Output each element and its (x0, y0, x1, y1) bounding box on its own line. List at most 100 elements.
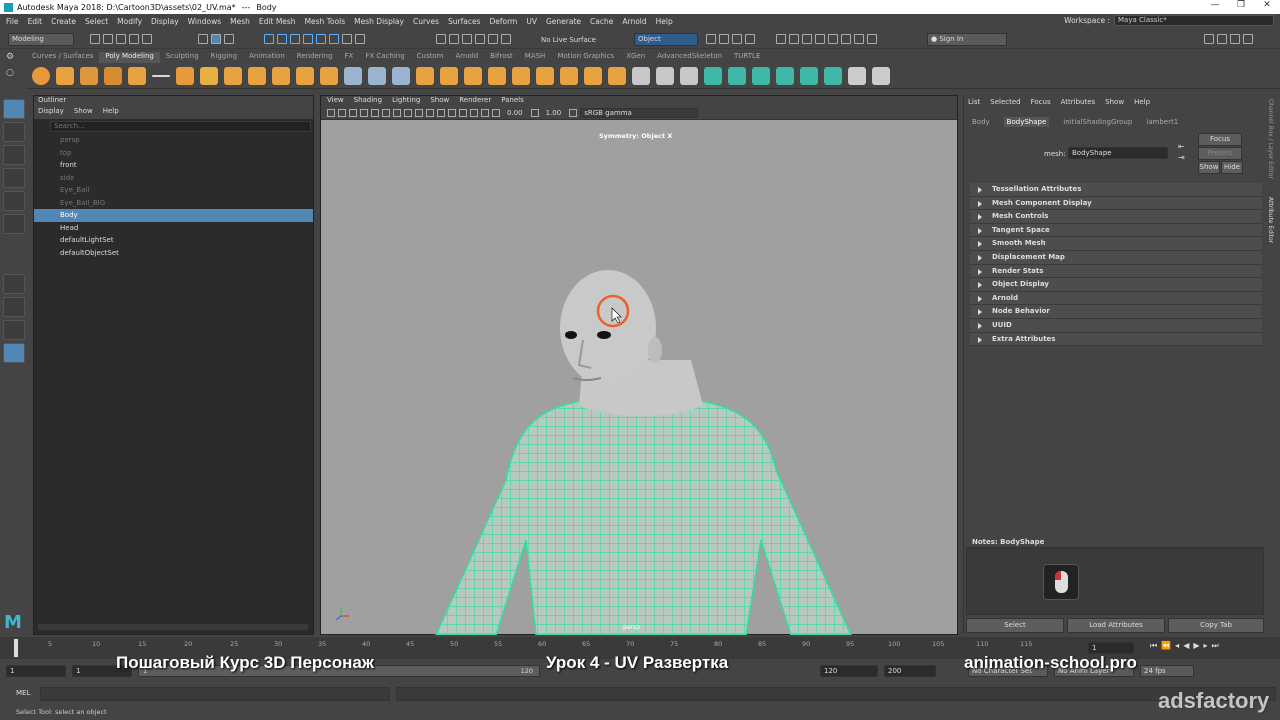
attr-menu-selected[interactable]: Selected (990, 98, 1020, 106)
attr-menu-show[interactable]: Show (1105, 98, 1124, 106)
section-displacement-map[interactable]: Displacement Map (970, 250, 1262, 265)
uv-unfold-icon[interactable] (848, 66, 866, 85)
section-mesh-component-display[interactable]: Mesh Component Display (970, 196, 1262, 211)
outliner-layout-icon[interactable] (3, 343, 25, 363)
workspace-dropdown[interactable]: Maya Classic* (1114, 15, 1274, 26)
mirror-icon[interactable] (440, 66, 458, 85)
channel-box-icon[interactable] (1230, 34, 1240, 44)
menu-edit-mesh[interactable]: Edit Mesh (259, 17, 296, 26)
menu-select[interactable]: Select (85, 17, 108, 26)
shelf-tab-poly-modeling[interactable]: Poly Modeling (99, 52, 160, 63)
play-back-icon[interactable]: ◀ (1183, 641, 1189, 651)
uv-cylindrical-icon[interactable] (728, 66, 746, 85)
node-editor-icon[interactable] (802, 34, 812, 44)
outliner-item-default-object-set[interactable]: defaultObjectSet (34, 247, 313, 260)
attr-tab-bodyshape[interactable]: BodyShape (1003, 117, 1050, 127)
exposure-value[interactable]: 0.00 (507, 109, 523, 117)
outliner-item-side[interactable]: side (34, 172, 313, 185)
focus-arrow-icon[interactable]: ⇤ (1178, 142, 1185, 151)
step-forward-icon[interactable]: ▸ (1204, 641, 1208, 651)
poly-sphere-icon[interactable] (32, 66, 50, 85)
camera-icon[interactable] (327, 109, 335, 117)
tool-settings-icon[interactable] (1204, 34, 1214, 44)
section-mesh-controls[interactable]: Mesh Controls (970, 210, 1262, 224)
stop-icon[interactable] (867, 34, 877, 44)
new-scene-icon[interactable] (90, 34, 100, 44)
outliner-item-body[interactable]: Body (34, 209, 313, 222)
outliner-item-front[interactable]: front (34, 159, 313, 172)
poly-torus-icon[interactable] (128, 66, 146, 85)
snap-curve-icon[interactable] (277, 34, 287, 44)
history-icon[interactable] (355, 34, 365, 44)
focus-button[interactable]: Focus (1198, 133, 1242, 146)
select-object-icon[interactable] (211, 34, 221, 44)
uv-spherical-icon[interactable] (752, 66, 770, 85)
menu-display[interactable]: Display (151, 17, 179, 26)
section-extra-attributes[interactable]: Extra Attributes (970, 332, 1262, 347)
toggle-outliner-icon[interactable] (706, 34, 716, 44)
animation-end-field[interactable]: 200 (884, 665, 936, 677)
lights-icon[interactable] (404, 109, 412, 117)
extract-icon[interactable] (464, 66, 482, 85)
rotate-tool-icon[interactable] (3, 191, 25, 211)
gamma-icon[interactable] (530, 109, 539, 117)
separate-icon[interactable] (368, 66, 386, 85)
viewport-menu-shading[interactable]: Shading (354, 96, 382, 107)
save-scene-icon[interactable] (116, 34, 126, 44)
smooth-shade-icon[interactable] (382, 109, 390, 117)
section-render-stats[interactable]: Render Stats (970, 264, 1262, 279)
menu-create[interactable]: Create (51, 17, 76, 26)
snapshot-icon[interactable] (828, 34, 838, 44)
presets-arrow-icon[interactable]: ⇥ (1178, 153, 1185, 162)
toggle-channel-icon[interactable] (732, 34, 742, 44)
outliner-item-eye-ball-big[interactable]: Eye_Ball_BIG (34, 197, 313, 210)
uv-sew-icon[interactable] (824, 66, 842, 85)
snap-surface-icon[interactable] (316, 34, 326, 44)
quad-draw-icon[interactable] (680, 66, 698, 85)
color-management-icon[interactable] (569, 109, 578, 117)
go-to-end-icon[interactable]: ⏭ (1212, 641, 1219, 651)
select-hierarchy-icon[interactable] (198, 34, 208, 44)
play-forward-icon[interactable]: ▶ (1193, 641, 1199, 651)
multicut-icon[interactable] (632, 66, 650, 85)
step-back-icon[interactable]: ◂ (1175, 641, 1179, 651)
hypershade-icon[interactable] (488, 34, 498, 44)
bridge-icon[interactable] (488, 66, 506, 85)
grid-icon[interactable] (360, 109, 368, 117)
render-settings-icon[interactable] (475, 34, 485, 44)
snap-vertex-icon[interactable] (329, 34, 339, 44)
shelf-menu-icon[interactable]: ⚙ (6, 52, 22, 62)
maximize-button[interactable]: ❐ (1228, 0, 1254, 10)
textured-icon[interactable] (393, 109, 401, 117)
uv-auto-icon[interactable] (776, 66, 794, 85)
outliner-scrollbar[interactable] (38, 624, 308, 630)
attr-menu-list[interactable]: List (968, 98, 980, 106)
paint-select-icon[interactable] (3, 145, 25, 165)
viewport-menu-view[interactable]: View (327, 96, 344, 107)
menu-cache[interactable]: Cache (590, 17, 613, 26)
menu-generate[interactable]: Generate (546, 17, 581, 26)
layout-icon[interactable] (1243, 34, 1253, 44)
shelf-tab-curves-surfaces[interactable]: Curves / Surfaces (26, 52, 99, 63)
viewport-menu-panels[interactable]: Panels (501, 96, 524, 107)
mode-dropdown[interactable]: Modeling (8, 33, 74, 46)
shelf-tab-mash[interactable]: MASH (519, 52, 552, 63)
menu-edit[interactable]: Edit (28, 17, 43, 26)
shelf-tab-rendering[interactable]: Rendering (291, 52, 339, 63)
shelf-tab-bifrost[interactable]: Bifrost (484, 52, 519, 63)
section-smooth-mesh[interactable]: Smooth Mesh (970, 237, 1262, 251)
fps-dropdown[interactable]: 24 fps (1140, 665, 1194, 677)
lasso-tool-icon[interactable] (3, 122, 25, 142)
section-object-display[interactable]: Object Display (970, 278, 1262, 292)
shelf-tab-fx[interactable]: FX (339, 52, 360, 63)
extrude-icon[interactable] (512, 66, 530, 85)
show-button[interactable]: Show (1198, 161, 1220, 174)
menu-surfaces[interactable]: Surfaces (448, 17, 480, 26)
append-icon[interactable] (584, 66, 602, 85)
record-icon[interactable] (841, 34, 851, 44)
shelf-tab-fx-caching[interactable]: FX Caching (359, 52, 410, 63)
outliner-item-head[interactable]: Head (34, 222, 313, 235)
four-view-icon[interactable] (3, 297, 25, 317)
shelf-tab-custom[interactable]: Custom (411, 52, 450, 63)
live-surface-label[interactable]: No Live Surface (541, 36, 596, 44)
